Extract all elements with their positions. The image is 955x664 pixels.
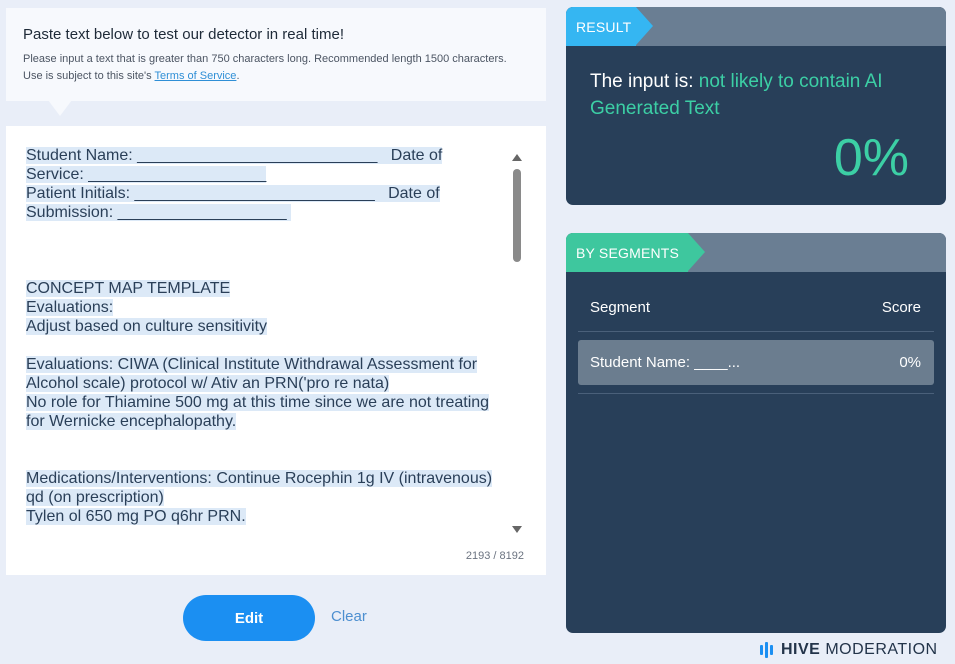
editor-line: Evaluations: CIWA (Clinical Institute Wi… [26,356,478,373]
result-panel-header: RESULT [566,7,946,46]
segments-panel-header: BY SEGMENTS [566,233,946,272]
segments-divider [578,393,934,394]
hive-moderation-logo: HIVE MODERATION [760,641,938,659]
intro-title: Paste text below to test our detector in… [23,26,344,43]
segment-text: Student Name: ____... [590,354,741,371]
editor-line: Submission: ___________________ [26,204,292,221]
editor-line: qd (on prescription) [26,489,164,506]
editor-line: No role for Thiamine 500 mg at this time… [26,394,490,411]
result-tag: RESULT [566,7,653,46]
segments-panel: BY SEGMENTS Segment Score Student Name: … [566,233,946,633]
editor-line: CONCEPT MAP TEMPLATE [26,280,231,297]
clear-button[interactable]: Clear [331,608,367,625]
editor-line: Adjust based on culture sensitivity [26,318,268,335]
segment-score: 0% [899,354,921,371]
segment-column-header: Segment [590,299,651,316]
editor-textarea[interactable]: Student Name: __________________________… [26,146,506,550]
scrollbar-thumb[interactable] [513,169,521,262]
edit-button[interactable]: Edit [183,595,315,641]
result-verdict: The input is: not likely to contain AI G… [590,71,883,119]
score-column-header: Score [881,299,921,316]
result-panel: RESULT The input is: not likely to conta… [566,7,946,205]
scroll-up-arrow-icon[interactable] [512,154,522,161]
text-editor[interactable]: Student Name: __________________________… [6,126,546,575]
editor-line: Patient Initials: ______________________… [26,185,440,202]
editor-line: Tylen ol 650 mg PO q6hr PRN. [26,508,246,525]
segments-tag: BY SEGMENTS [566,233,705,272]
segment-row[interactable]: Student Name: ____... 0% [578,340,934,385]
segments-table-header: Segment Score [578,293,934,332]
result-percent: 0% [833,129,909,187]
intro-notch [48,100,72,116]
intro-description: Please input a text that is greater than… [23,53,507,82]
editor-line: Alcohol scale) protocol w/ Ativ an PRN('… [26,375,390,392]
editor-line: Service: ____________________ [26,166,267,183]
editor-line: Evaluations: [26,299,114,316]
terms-of-service-link[interactable]: Terms of Service [155,70,237,82]
editor-line: Medications/Interventions: Continue Roce… [26,470,493,487]
scroll-down-arrow-icon[interactable] [512,526,522,533]
hive-logo-icon [760,642,773,658]
character-count: 2193 / 8192 [465,550,524,562]
editor-line: for Wernicke encephalopathy. [26,413,237,430]
intro-card: Paste text below to test our detector in… [6,8,546,101]
editor-line: Student Name: __________________________… [26,147,443,164]
